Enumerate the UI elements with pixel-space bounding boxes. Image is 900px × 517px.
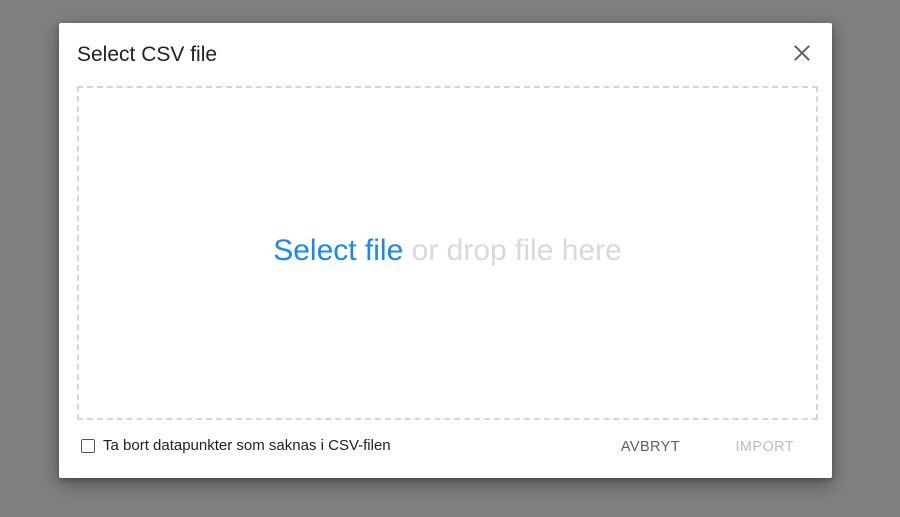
select-file-link[interactable]: Select file (273, 234, 403, 267)
dialog-footer: Ta bort datapunkter som saknas i CSV-fil… (77, 433, 814, 461)
dropzone-text: Select file or drop file here (273, 233, 622, 269)
import-button[interactable]: IMPORT (727, 433, 802, 461)
dialog-title: Select CSV file (77, 43, 218, 66)
drop-file-hint: or drop file here (411, 234, 622, 267)
remove-missing-option[interactable]: Ta bort datapunkter som saknas i CSV-fil… (81, 437, 391, 454)
close-icon (794, 45, 810, 61)
cancel-button[interactable]: AVBRYT (613, 433, 688, 461)
close-button[interactable] (788, 39, 816, 67)
remove-missing-checkbox[interactable] (81, 438, 95, 453)
select-csv-dialog: Select CSV file Select file or drop file… (59, 23, 832, 478)
remove-missing-label: Ta bort datapunkter som saknas i CSV-fil… (103, 437, 391, 454)
file-dropzone[interactable]: Select file or drop file here (77, 86, 818, 420)
